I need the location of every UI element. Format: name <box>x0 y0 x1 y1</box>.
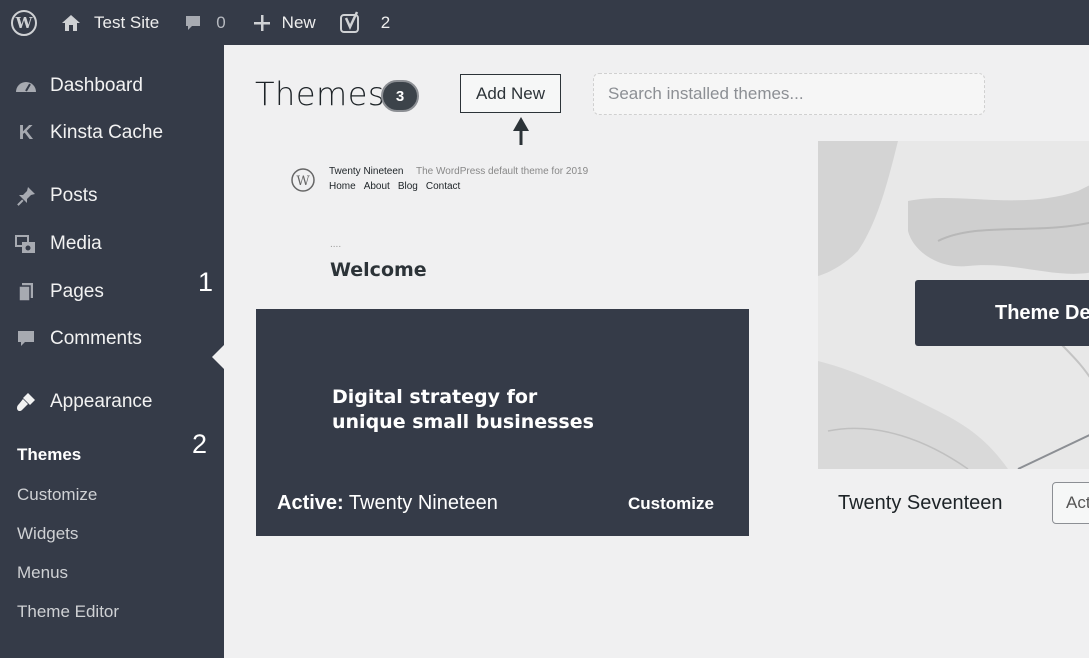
preview-site-title: Twenty Nineteen <box>329 166 404 177</box>
submenu-item-widgets[interactable]: Widgets <box>17 524 78 544</box>
sidebar-item-pages[interactable]: Pages <box>0 272 224 312</box>
sidebar-item-label: Dashboard <box>50 75 143 96</box>
comments-count: 0 <box>216 12 226 32</box>
page-title: Themes <box>255 75 386 113</box>
new-content-menu[interactable]: New <box>252 0 316 45</box>
step-annotation-1: 1 <box>198 267 214 297</box>
theme-card-footer: Digital strategy for unique small busine… <box>256 309 749 536</box>
search-themes-input[interactable]: Search installed themes... <box>593 73 985 115</box>
preview-nav-item: Blog <box>397 181 418 192</box>
kinsta-icon: K <box>18 121 34 144</box>
comments-menu[interactable]: 0 <box>183 0 226 45</box>
sidebar-item-comments[interactable]: Comments <box>0 319 224 359</box>
pages-icon <box>0 281 50 303</box>
svg-text:W: W <box>15 14 34 32</box>
dashboard-icon <box>0 76 50 96</box>
wordpress-icon: W <box>291 168 315 192</box>
main-content: Themes 3 Add New Search installed themes… <box>224 45 1089 658</box>
plus-icon <box>253 14 270 31</box>
site-name: Test Site <box>94 12 160 32</box>
sidebar-item-label: Media <box>50 233 102 254</box>
sidebar-item-label: Posts <box>50 185 98 206</box>
wp-logo-menu[interactable]: W <box>0 0 48 45</box>
preview-nav: Home About Blog Contact <box>329 181 460 192</box>
search-placeholder: Search installed themes... <box>608 84 804 103</box>
theme-name: Twenty Seventeen <box>838 492 1003 514</box>
preview-hero: Digital strategy for unique small busine… <box>332 385 594 435</box>
active-prefix: Active: <box>277 492 344 514</box>
preview-tagline: The WordPress default theme for 2019 <box>416 166 589 177</box>
theme-details-button[interactable]: Theme Details <box>915 280 1089 346</box>
sidebar-item-dashboard[interactable]: Dashboard <box>0 66 224 106</box>
current-menu-pointer <box>212 345 224 369</box>
theme-card-twenty-nineteen[interactable]: W Twenty Nineteen The WordPress default … <box>256 145 749 536</box>
submenu-item-theme-editor[interactable]: Theme Editor <box>17 602 119 622</box>
preview-hero-line: unique small businesses <box>332 411 594 433</box>
step-annotation-2: 2 <box>192 429 208 459</box>
preview-separator: .... <box>330 239 342 250</box>
sidebar-item-media[interactable]: Media <box>0 224 224 264</box>
active-theme-name: Twenty Nineteen <box>348 492 498 514</box>
svg-text:W: W <box>296 174 310 189</box>
preview-hero-line: Digital strategy for <box>332 386 538 408</box>
media-icon <box>0 233 50 255</box>
pin-icon <box>0 185 50 207</box>
brush-icon <box>0 391 50 413</box>
active-theme-label: Active: Twenty Nineteen <box>277 492 498 515</box>
yoast-count: 2 <box>380 12 391 32</box>
sidebar-item-label: Kinsta Cache <box>50 122 164 143</box>
activate-button[interactable]: Activate <box>1052 482 1089 524</box>
comment-icon <box>186 15 201 30</box>
add-new-theme-button[interactable]: Add New <box>460 74 561 113</box>
customize-button[interactable]: Customize <box>628 494 714 514</box>
sidebar-item-label: Comments <box>50 328 142 349</box>
preview-nav-item: Home <box>329 181 356 192</box>
comment-icon <box>0 328 50 350</box>
site-name-menu[interactable]: Test Site <box>60 0 159 45</box>
sidebar-item-appearance[interactable]: Appearance <box>0 382 224 422</box>
preview-nav-item: Contact <box>425 181 461 192</box>
submenu-item-customize[interactable]: Customize <box>17 485 97 505</box>
sidebar-item-kinsta-cache[interactable]: K Kinsta Cache <box>0 113 224 153</box>
new-label: New <box>281 12 316 32</box>
preview-welcome: Welcome <box>330 259 427 281</box>
theme-count-badge: 3 <box>381 80 419 112</box>
sidebar-item-posts[interactable]: Posts <box>0 176 224 216</box>
sidebar-item-label: Appearance <box>50 391 153 412</box>
submenu-item-menus[interactable]: Menus <box>17 563 68 583</box>
home-icon <box>62 14 80 31</box>
yoast-icon <box>339 10 359 33</box>
submenu-item-themes[interactable]: Themes <box>17 445 81 465</box>
sidebar-item-label: Pages <box>50 281 104 302</box>
admin-sidebar: Dashboard K Kinsta Cache Posts Media Pag… <box>0 45 224 658</box>
yoast-menu[interactable]: 2 <box>338 0 390 45</box>
theme-card-twenty-seventeen[interactable]: Theme Details Twenty Seventeen Activate <box>818 141 1089 541</box>
admin-bar: W Test Site 0 New 2 <box>0 0 1089 45</box>
theme-screenshot[interactable]: W Twenty Nineteen The WordPress default … <box>256 145 749 309</box>
preview-nav-item: About <box>363 181 390 192</box>
wordpress-icon: W <box>11 9 37 36</box>
